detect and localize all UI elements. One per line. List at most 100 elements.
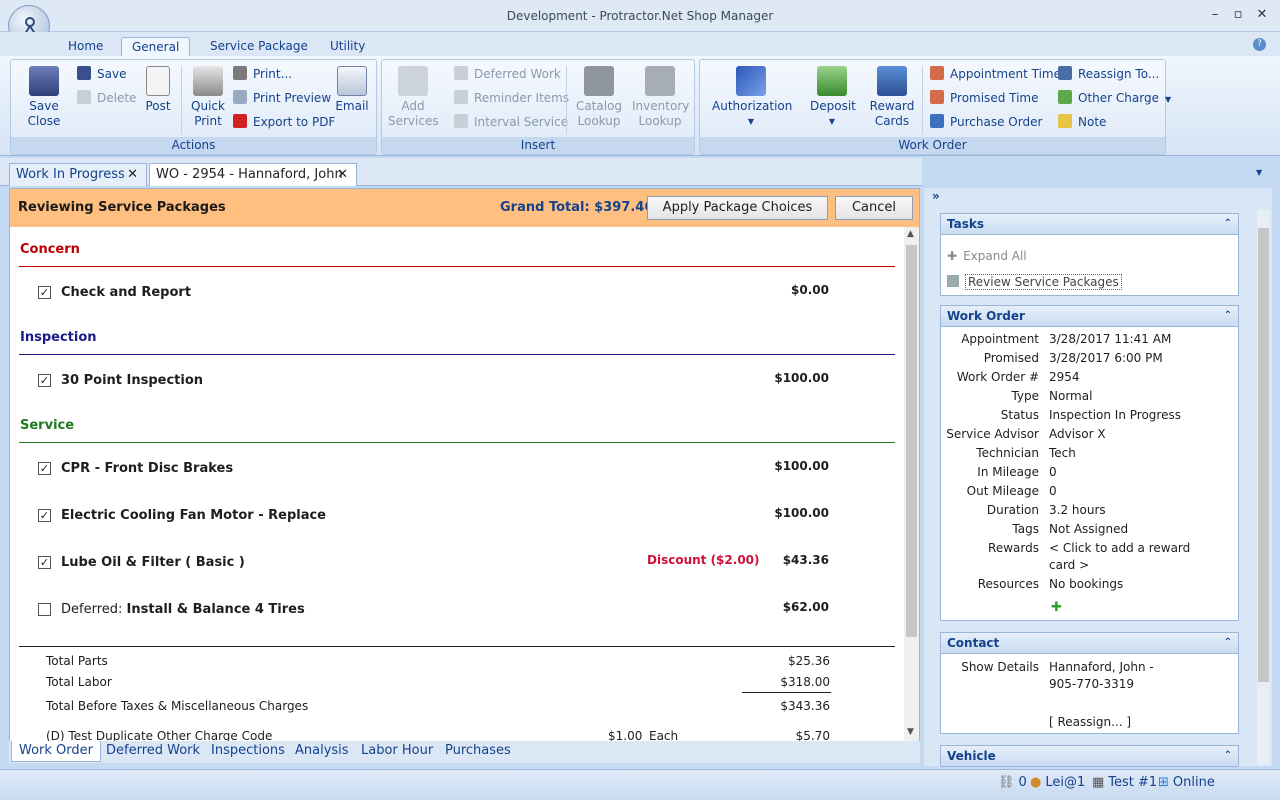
inventory-icon [645, 66, 675, 96]
other-charge-value: $5.70 [795, 729, 830, 741]
tab-purchases[interactable]: Purchases [438, 741, 518, 762]
panel-collapse-icon[interactable]: » [932, 189, 940, 203]
help-icon[interactable]: ? [1253, 38, 1266, 51]
add-services-button[interactable]: Add Services [388, 66, 439, 129]
scroll-up-icon[interactable]: ▲ [907, 229, 914, 239]
price-30-point-inspection: $100.00 [774, 371, 829, 385]
reward-cards-button[interactable]: Reward Cards [868, 66, 916, 129]
package-list: Concern ✓ Check and Report $0.00 Inspect… [10, 227, 904, 741]
right-panel-scrollbar[interactable] [1257, 210, 1270, 765]
vehicle-header[interactable]: Vehicle ⌃ [941, 746, 1238, 767]
scroll-down-icon[interactable]: ▼ [907, 727, 914, 737]
tab-deferred-work[interactable]: Deferred Work [99, 741, 207, 762]
work-order-field-label: Resources [977, 577, 1039, 591]
email-button[interactable]: Email [333, 66, 371, 114]
apply-package-choices-button[interactable]: Apply Package Choices [647, 196, 828, 220]
reassign-contact-link[interactable]: [ Reassign... ] [1049, 715, 1131, 729]
tab-analysis[interactable]: Analysis [288, 741, 356, 762]
expand-all-link[interactable]: ✚ Expand All [947, 249, 1027, 263]
contact-header[interactable]: Contact ⌃ [941, 633, 1238, 654]
review-service-packages-link[interactable]: Review Service Packages [947, 274, 1122, 290]
catalog-lookup-button[interactable]: Catalog Lookup [574, 66, 624, 129]
deferred-work-button[interactable]: Deferred Work [454, 64, 561, 84]
delete-button[interactable]: Delete [77, 88, 136, 108]
collapse-chevron-icon[interactable]: ⌃ [1224, 306, 1232, 326]
price-cpr-brakes: $100.00 [774, 459, 829, 473]
printer-icon [193, 66, 223, 96]
work-order-field-label: Status [1000, 408, 1039, 422]
document-icon [947, 275, 959, 287]
other-charge-label: (D) Test Duplicate Other Charge Code [46, 729, 273, 741]
collapse-chevron-icon[interactable]: ⌃ [1224, 746, 1232, 766]
export-pdf-button[interactable]: Export to PDF [233, 112, 335, 132]
tab-labor-hour[interactable]: Labor Hour [354, 741, 440, 762]
other-charge-button[interactable]: Other Charge ▼ [1058, 88, 1171, 108]
reminder-items-button[interactable]: Reminder Items [454, 88, 569, 108]
total-parts-value: $25.36 [788, 654, 830, 668]
checkbox-lube-oil[interactable]: ✓ [38, 556, 51, 569]
work-order-field-value[interactable]: < Click to add a reward [1049, 541, 1190, 555]
promised-time-button[interactable]: Promised Time [930, 88, 1039, 108]
deposit-button[interactable]: Deposit ▼ [810, 66, 856, 129]
tab-utility[interactable]: Utility [320, 37, 375, 56]
price-deferred-tires: $62.00 [782, 600, 829, 614]
save-close-button[interactable]: Save Close [19, 66, 69, 129]
work-order-header[interactable]: Work Order ⌃ [941, 306, 1238, 327]
checkbox-cooling-fan[interactable]: ✓ [38, 509, 51, 522]
cancel-button[interactable]: Cancel [835, 196, 913, 220]
interval-service-button[interactable]: Interval Service [454, 112, 568, 132]
work-order-field-label: Promised [983, 351, 1039, 365]
tab-inspections[interactable]: Inspections [204, 741, 292, 762]
inventory-lookup-button[interactable]: Inventory Lookup [632, 66, 689, 129]
collapse-chevron-icon[interactable]: ⌃ [1224, 214, 1232, 234]
appointment-time-button[interactable]: Appointment Time [930, 64, 1061, 84]
tab-list-dropdown-icon[interactable]: ▼ [1256, 168, 1262, 177]
work-order-field-value[interactable]: card > [1049, 558, 1089, 572]
tab-service-package[interactable]: Service Package [200, 37, 318, 56]
note-button[interactable]: Note [1058, 112, 1106, 132]
dropdown-arrow-icon: ▼ [828, 117, 836, 126]
current-environment[interactable]: ▦ Test #1 [1092, 773, 1157, 793]
post-button[interactable]: Post [143, 66, 173, 114]
work-order-field-value: Not Assigned [1049, 522, 1129, 536]
doc-tab-wo-2954[interactable]: WO - 2954 - Hannaford, John ✕ [149, 163, 357, 186]
main-scrollbar[interactable]: ▲ ▼ [904, 227, 919, 741]
collapse-chevron-icon[interactable]: ⌃ [1224, 633, 1232, 653]
maximize-button[interactable]: ▫ [1231, 8, 1245, 22]
work-order-field-label: Appointment [961, 332, 1039, 346]
service-package-review: Reviewing Service Packages Grand Total: … [9, 188, 920, 741]
close-tab-icon[interactable]: ✕ [127, 164, 138, 186]
catalog-icon [584, 66, 614, 96]
quick-print-button[interactable]: Quick Print [187, 66, 229, 129]
checkbox-check-report[interactable]: ✓ [38, 286, 51, 299]
doc-tab-work-in-progress[interactable]: Work In Progress ✕ [9, 163, 147, 186]
print-button[interactable]: Print... [233, 64, 292, 84]
scroll-thumb[interactable] [906, 245, 917, 637]
work-order-field-label: Service Advisor [946, 427, 1039, 441]
reassign-to-button[interactable]: Reassign To... [1058, 64, 1159, 84]
scroll-thumb[interactable] [1258, 228, 1269, 682]
checkbox-cpr-brakes[interactable]: ✓ [38, 462, 51, 475]
authorization-button[interactable]: Authorization ▼ [712, 66, 792, 129]
show-details-link[interactable]: Show Details [941, 660, 1039, 674]
work-order-field-value: 3/28/2017 6:00 PM [1049, 351, 1163, 365]
window-title: Development - Protractor.Net Shop Manage… [506, 9, 774, 23]
tab-work-order[interactable]: Work Order [11, 741, 101, 762]
close-button[interactable]: ✕ [1255, 8, 1269, 22]
checkbox-deferred-tires[interactable] [38, 603, 51, 616]
item-check-report: Check and Report [61, 285, 192, 300]
section-divider [19, 266, 895, 267]
checkbox-30-point-inspection[interactable]: ✓ [38, 374, 51, 387]
add-resource-icon[interactable]: ✚ [1051, 600, 1062, 615]
purchase-order-button[interactable]: Purchase Order [930, 112, 1042, 132]
print-preview-button[interactable]: Print Preview [233, 88, 331, 108]
save-button[interactable]: Save [77, 64, 126, 84]
close-tab-icon[interactable]: ✕ [337, 164, 348, 186]
tab-home[interactable]: Home [58, 37, 113, 56]
tab-general[interactable]: General [121, 37, 191, 56]
minimize-button[interactable]: – [1208, 8, 1222, 22]
tasks-header[interactable]: Tasks ⌃ [941, 214, 1238, 235]
work-order-field-value: 3/28/2017 11:41 AM [1049, 332, 1172, 346]
current-user[interactable]: ● Lei@1 [1030, 773, 1085, 793]
notification-count[interactable]: ⛓ 0 [998, 773, 1027, 793]
